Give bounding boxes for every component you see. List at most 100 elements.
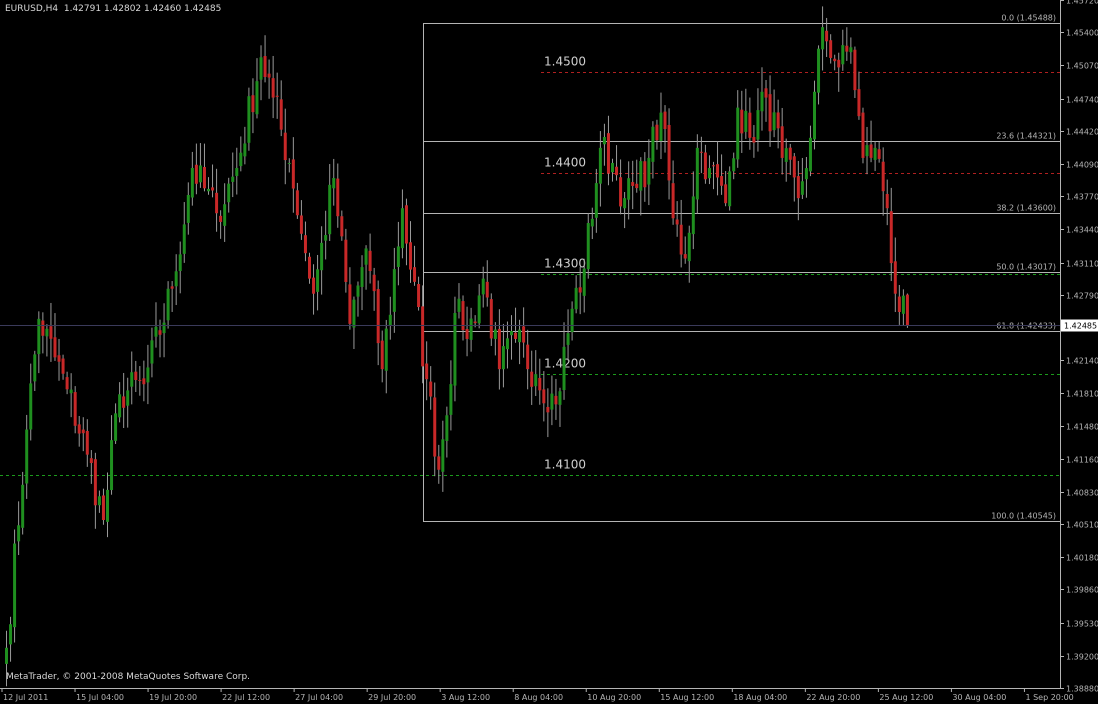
candle-body: [134, 371, 138, 381]
candle-body: [324, 235, 328, 241]
candle-body: [578, 287, 582, 293]
candle: [716, 141, 720, 196]
candle: [768, 75, 772, 147]
candle-body: [550, 393, 554, 410]
candle: [611, 158, 614, 182]
candle-body: [683, 254, 687, 259]
candle: [97, 490, 101, 513]
candle: [590, 207, 594, 240]
candle-body: [445, 415, 449, 441]
candle: [29, 363, 33, 441]
candle: [756, 88, 760, 152]
candle-body: [554, 395, 558, 405]
candle-body: [905, 294, 909, 326]
candle: [17, 501, 21, 556]
price-tick-label: 1.45400: [1066, 29, 1098, 38]
candle-body: [303, 235, 307, 254]
candle-body: [316, 269, 320, 292]
candle: [61, 354, 65, 380]
candle: [897, 284, 901, 325]
candle-body: [522, 326, 526, 343]
candle: [853, 46, 857, 99]
price-tick-label: 1.39860: [1066, 586, 1098, 595]
candle: [404, 198, 408, 266]
level-label: 1.4400: [544, 156, 586, 170]
candle-body: [89, 458, 93, 464]
candle: [53, 313, 57, 361]
candle-body: [594, 183, 598, 218]
candle-body: [215, 192, 219, 214]
candle-body: [619, 177, 623, 207]
candle: [631, 160, 635, 210]
candle: [328, 164, 332, 242]
candle: [13, 529, 17, 643]
candle: [380, 330, 384, 383]
candle-body: [413, 267, 417, 282]
fibonacci-retracement[interactable]: 0.0 (1.45488) 23.6 (1.44321) 38.2 (1.43600…: [423, 14, 1060, 522]
candle: [170, 281, 174, 312]
candle-body: [788, 147, 792, 160]
candle-body: [45, 328, 49, 337]
candle: [122, 372, 126, 429]
candle: [817, 45, 821, 105]
candle-body: [93, 459, 97, 506]
candle: [299, 200, 303, 240]
candle: [724, 171, 728, 207]
candle-body: [457, 298, 461, 312]
candle: [267, 59, 271, 99]
candle-body: [227, 183, 231, 203]
copyright-text: MetaTrader, © 2001-2008 MetaQuotes Softw…: [6, 672, 251, 682]
price-tick-label: 1.42140: [1066, 357, 1098, 366]
candle: [615, 145, 619, 181]
price-chart[interactable]: 1.45001.44001.43001.42001.4100 0.0 (1.45…: [0, 0, 1098, 704]
candle: [792, 153, 796, 202]
candle-body: [873, 147, 877, 160]
candle: [671, 160, 675, 225]
price-tick-label: 1.45720: [1066, 0, 1098, 6]
candle-body: [485, 281, 489, 298]
candle-body: [716, 164, 720, 178]
time-axis: 12 Jul 2011 15 Jul 04:00 19 Jul 20:00 22 Ju…: [1, 688, 1074, 702]
candle-body: [425, 363, 429, 380]
candle: [437, 444, 441, 484]
candle-body: [441, 439, 445, 472]
candle-body: [558, 391, 562, 405]
candle-body: [736, 107, 740, 160]
candle-body: [376, 289, 380, 344]
candle: [49, 302, 53, 362]
candle-body: [130, 372, 134, 387]
candle-body: [259, 57, 263, 80]
candle-body: [667, 124, 671, 181]
candle: [433, 382, 437, 477]
candle: [186, 182, 190, 235]
price-tick-label: 1.44740: [1066, 96, 1098, 105]
candle: [320, 226, 324, 295]
candle-body: [728, 171, 732, 207]
candle-body: [566, 333, 570, 345]
candle-body: [679, 224, 683, 255]
candle: [606, 115, 610, 186]
candle-body: [841, 45, 845, 65]
candle-body: [526, 344, 530, 370]
candle-body: [901, 295, 905, 314]
candle-body: [602, 137, 606, 145]
candle-body: [380, 340, 384, 370]
candle: [45, 324, 49, 357]
candle: [429, 366, 433, 410]
candle-body: [356, 285, 360, 297]
candle-body: [627, 178, 631, 200]
candle-body: [453, 312, 457, 386]
candle: [303, 221, 307, 262]
candle: [728, 166, 732, 211]
candle-body: [126, 390, 130, 406]
candle-body: [897, 296, 901, 313]
candle-body: [655, 124, 659, 141]
candle: [344, 228, 348, 293]
candle: [388, 296, 392, 340]
price-tick-label: 1.40830: [1066, 489, 1098, 498]
candle-body: [849, 47, 853, 53]
candle: [477, 284, 481, 329]
candle-body: [671, 183, 675, 219]
candle-body: [481, 278, 485, 295]
candle: [37, 311, 41, 374]
